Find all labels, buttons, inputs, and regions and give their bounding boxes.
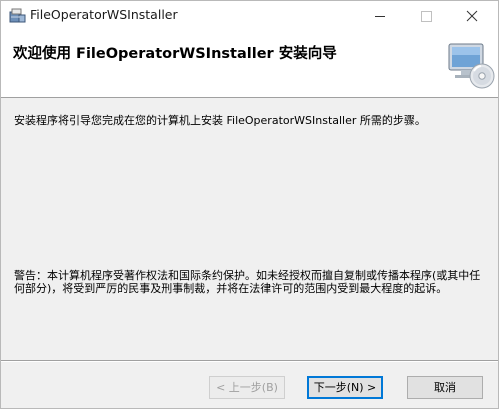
window-title: FileOperatorWSInstaller — [30, 7, 178, 22]
close-button[interactable] — [449, 1, 495, 31]
footer-divider — [1, 360, 498, 362]
computer-cd-icon — [445, 40, 495, 90]
wizard-banner: 欢迎使用 FileOperatorWSInstaller 安装向导 — [1, 31, 498, 98]
installer-package-icon — [9, 7, 26, 24]
copyright-warning: 警告：本计算机程序受著作权法和国际条约保护。如未经授权而擅自复制或传播本程序(或… — [14, 269, 481, 295]
cancel-button[interactable]: 取消 — [407, 376, 483, 399]
wizard-title: 欢迎使用 FileOperatorWSInstaller 安装向导 — [13, 46, 337, 62]
next-button[interactable]: 下一步(N) > — [307, 376, 383, 399]
title-bar: FileOperatorWSInstaller — [1, 1, 498, 31]
back-button[interactable]: < 上一步(B) — [209, 376, 285, 399]
maximize-button[interactable] — [403, 1, 449, 31]
intro-text: 安装程序将引导您完成在您的计算机上安装 FileOperatorWSInstal… — [14, 114, 426, 127]
minimize-icon — [375, 16, 385, 17]
close-icon — [466, 10, 478, 22]
maximize-icon — [421, 11, 432, 22]
installer-window: FileOperatorWSInstaller 欢迎使用 FileOperato… — [0, 0, 499, 409]
minimize-button[interactable] — [357, 1, 403, 31]
